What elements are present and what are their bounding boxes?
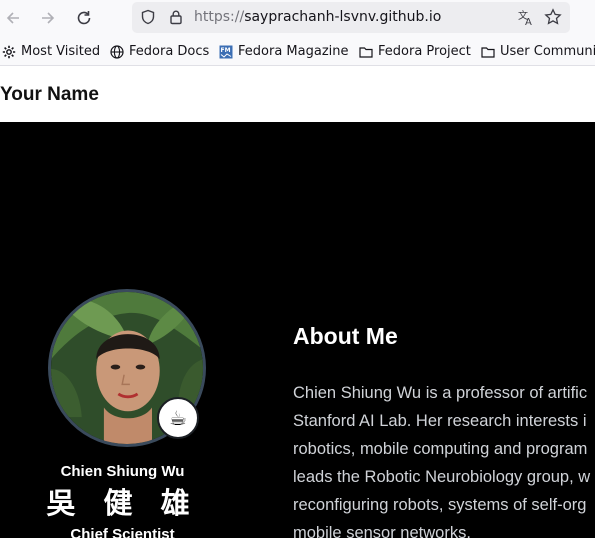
svg-text:FM: FM [221,47,231,54]
shield-icon[interactable] [140,9,156,25]
back-button[interactable] [0,5,26,31]
about-line: reconfiguring robots, systems of self-or… [293,496,587,514]
bookmark-user-community[interactable]: User Communit [481,44,595,59]
bookmarks-bar: Most Visited Fedora Docs FM Fedora Magaz… [0,38,595,66]
browser-toolbar: https://sayprachanh-lsvnv.github.io 文A [0,0,595,38]
address-bar[interactable]: https://sayprachanh-lsvnv.github.io 文A [132,2,570,33]
bookmark-star-icon[interactable] [544,8,562,26]
about-line: Chien Shiung Wu is a professor of artifi… [293,384,588,402]
url-text[interactable]: https://sayprachanh-lsvnv.github.io [194,9,441,25]
site-title[interactable]: Your Name [0,84,99,106]
about-line: Stanford AI Lab. Her research interests … [293,412,587,430]
url-scheme: https:// [194,9,245,25]
status-emoji-badge: ☕ [157,397,199,439]
page-header: Your Name [0,66,595,122]
bookmark-fedora-magazine[interactable]: FM Fedora Magazine [219,44,349,59]
reload-icon [77,11,91,25]
fm-icon: FM [219,45,233,58]
back-arrow-icon [6,12,19,24]
profile-role: Chief Scientist [70,526,175,538]
svg-text:A: A [525,17,532,26]
bookmark-label: Most Visited [21,44,101,59]
reload-button[interactable] [71,5,97,31]
bookmark-fedora-docs[interactable]: Fedora Docs [110,44,209,59]
bookmark-label: Fedora Project [378,44,471,59]
about-heading: About Me [293,323,398,349]
forward-button[interactable] [35,5,61,31]
url-host: sayprachanh-lsvnv.github.io [244,9,442,25]
about-line: leads the Robotic Neurobiology group, w [293,468,591,486]
bookmark-label: Fedora Docs [129,44,210,59]
forward-arrow-icon [42,12,55,24]
about-text: Chien Shiung Wu is a professor of artifi… [293,379,595,538]
coffee-icon: ☕ [169,406,187,430]
about-line: mobile sensor networks. [293,524,471,538]
lock-icon[interactable] [168,9,184,25]
about-line: robotics, mobile computing and program [293,440,588,458]
bookmark-fedora-project[interactable]: Fedora Project [359,44,471,59]
profile-name-chinese: 吳 健 雄 [46,486,199,520]
folder-icon [359,46,373,58]
translate-icon[interactable]: 文A [517,8,535,26]
hero-section: ☕ Chien Shiung Wu 吳 健 雄 Chief Scientist … [0,122,595,538]
profile-name: Chien Shiung Wu [60,463,185,480]
bookmark-most-visited[interactable]: Most Visited [2,44,100,59]
bookmark-label: Fedora Magazine [238,44,349,59]
bookmark-label: User Communit [500,44,595,59]
folder-icon [481,46,495,58]
gear-icon [2,45,16,58]
globe-icon [110,44,124,59]
